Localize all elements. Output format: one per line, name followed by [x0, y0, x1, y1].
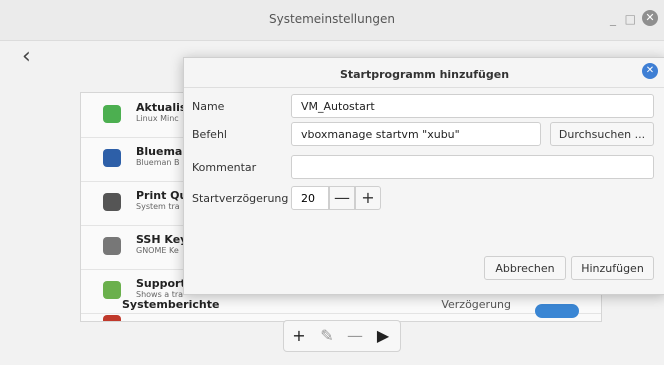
name-label: Name [192, 100, 225, 113]
list-item-subtitle: Blueman B [136, 158, 180, 167]
list-item-title: SSH Key [136, 233, 188, 246]
list-item-subtitle: Linux Minc [136, 114, 179, 123]
run-button[interactable]: ▶ [371, 324, 395, 348]
window-title: Systemeinstellungen [269, 12, 395, 26]
add-button[interactable]: Hinzufügen [571, 256, 654, 280]
report-icon [103, 315, 121, 321]
delay-value-field[interactable]: 20 [291, 186, 329, 210]
list-item-title: Support [136, 277, 186, 290]
back-button[interactable]: ‹ [22, 44, 31, 69]
edit-button[interactable]: ✎ [315, 324, 339, 348]
shield-icon [103, 105, 121, 123]
bluetooth-icon [103, 149, 121, 167]
printer-icon [103, 193, 121, 211]
remove-button[interactable]: — [343, 324, 367, 348]
maximize-button[interactable]: □ [625, 12, 636, 26]
enabled-toggle[interactable] [535, 304, 579, 318]
add-startup-dialog: Startprogramm hinzufügen ✕ Name VM_Autos… [183, 57, 664, 295]
comment-label: Kommentar [192, 161, 257, 174]
dialog-close-button[interactable]: ✕ [642, 63, 658, 79]
add-button[interactable]: + [287, 324, 311, 348]
support-icon [103, 281, 121, 299]
browse-button[interactable]: Durchsuchen ... [550, 122, 654, 146]
delay-label: Startverzögerung [192, 192, 289, 205]
list-item-title: Aktualis [136, 101, 187, 114]
comment-field[interactable] [291, 155, 654, 179]
list-item-title: Print Qu [136, 189, 188, 202]
delay-label: Verzögerung [441, 298, 511, 311]
list-item[interactable]: Systemberichte Verzögerung [81, 298, 601, 321]
dialog-title: Startprogramm hinzufügen [339, 68, 510, 81]
minimize-button[interactable]: _ [610, 12, 616, 26]
list-item-title: Systemberichte [122, 298, 220, 311]
name-field[interactable]: VM_Autostart [291, 94, 654, 118]
command-field[interactable]: vboxmanage startvm "xubu" [291, 122, 541, 146]
window-close-button[interactable]: ✕ [642, 10, 658, 26]
list-item-subtitle: GNOME Ke [136, 246, 179, 255]
key-icon [103, 237, 121, 255]
titlebar: Systemeinstellungen _ □ ✕ [0, 0, 664, 41]
list-toolbar: + ✎ — ▶ [283, 320, 401, 352]
decrease-delay-button[interactable]: — [329, 186, 355, 210]
divider [184, 87, 664, 88]
list-item-subtitle: System tra [136, 202, 180, 211]
cancel-button[interactable]: Abbrechen [484, 256, 566, 280]
command-label: Befehl [192, 128, 227, 141]
increase-delay-button[interactable]: + [355, 186, 381, 210]
